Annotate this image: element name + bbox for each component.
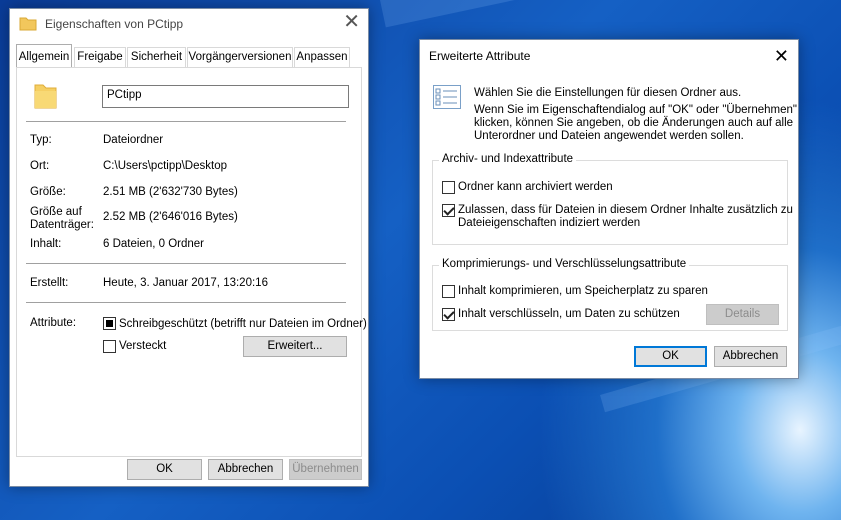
tab-panel — [16, 67, 362, 457]
details-button: Details — [706, 304, 779, 325]
intro-text-3: klicken, können Sie angeben, ob die Ände… — [474, 117, 794, 129]
tab-sicherheit[interactable]: Sicherheit — [127, 47, 186, 67]
divider — [26, 302, 346, 303]
close-icon[interactable]: ✕ — [774, 46, 789, 66]
label-erstellt: Erstellt: — [30, 277, 69, 289]
intro-text-2: Wenn Sie im Eigenschaftendialog auf "OK"… — [474, 104, 797, 116]
archive-index-group: Archiv- und Indexattribute — [432, 153, 788, 245]
attributes-list-icon — [433, 85, 461, 109]
hidden-checkbox[interactable] — [103, 340, 116, 353]
properties-window: Eigenschaften von PCtipp ✕ Allgemein Fre… — [9, 8, 369, 487]
readonly-checkbox[interactable] — [103, 317, 116, 330]
advanced-button[interactable]: Erweitert... — [243, 336, 347, 357]
divider — [26, 263, 346, 264]
value-groesse-datentraeger: 2.52 MB (2'646'016 Bytes) — [103, 211, 238, 223]
group-title: Komprimierungs- und Verschlüsselungsattr… — [439, 258, 690, 270]
apply-button: Übernehmen — [289, 459, 362, 480]
folder-name-input[interactable]: PCtipp — [102, 85, 349, 108]
value-groesse: 2.51 MB (2'632'730 Bytes) — [103, 186, 238, 198]
divider — [26, 121, 346, 122]
value-ort: C:\Users\pctipp\Desktop — [103, 160, 227, 172]
tab-vorgaengerversionen[interactable]: Vorgängerversionen — [187, 47, 293, 67]
advanced-titlebar[interactable]: Erweiterte Attribute ✕ — [420, 40, 798, 70]
intro-text-4: Unterordner und Dateien angewendet werde… — [474, 130, 744, 142]
folder-icon — [19, 17, 37, 31]
properties-titlebar[interactable]: Eigenschaften von PCtipp ✕ — [10, 9, 368, 39]
ok-button[interactable]: OK — [634, 346, 707, 367]
tab-allgemein[interactable]: Allgemein — [16, 44, 72, 68]
label-typ: Typ: — [30, 134, 52, 146]
close-icon[interactable]: ✕ — [343, 12, 360, 32]
cancel-button[interactable]: Abbrechen — [208, 459, 283, 480]
group-title: Archiv- und Indexattribute — [439, 153, 577, 165]
label-ort: Ort: — [30, 160, 50, 172]
intro-text-1: Wählen Sie die Einstellungen für diesen … — [474, 87, 742, 99]
label-groesse: Größe: — [30, 186, 66, 198]
compress-label: Inhalt komprimieren, um Speicherplatz zu… — [458, 285, 708, 297]
advanced-attributes-dialog: Erweiterte Attribute ✕ Wählen Sie die Ei… — [419, 39, 799, 379]
window-title: Eigenschaften von PCtipp — [45, 17, 184, 31]
readonly-label: Schreibgeschützt (betrifft nur Dateien i… — [119, 318, 367, 330]
archive-checkbox[interactable] — [442, 181, 455, 194]
label-groesse-datentraeger-2: Datenträger: — [30, 219, 94, 231]
index-label-2: Dateieigenschaften indiziert werden — [458, 217, 641, 229]
label-groesse-datentraeger-1: Größe auf — [30, 206, 82, 218]
dialog-title: Erweiterte Attribute — [429, 49, 531, 63]
encrypt-label: Inhalt verschlüsseln, um Daten zu schütz… — [458, 308, 680, 320]
value-inhalt: 6 Dateien, 0 Ordner — [103, 238, 205, 250]
index-checkbox[interactable] — [442, 204, 455, 217]
tab-freigabe[interactable]: Freigabe — [74, 47, 126, 67]
tab-anpassen[interactable]: Anpassen — [294, 47, 350, 67]
encrypt-checkbox[interactable] — [442, 308, 455, 321]
wallpaper-streak — [380, 0, 841, 28]
archive-label: Ordner kann archiviert werden — [458, 181, 613, 193]
cancel-button[interactable]: Abbrechen — [714, 346, 787, 367]
ok-button[interactable]: OK — [127, 459, 202, 480]
value-erstellt: Heute, 3. Januar 2017, 13:20:16 — [103, 277, 268, 289]
index-label-1: Zulassen, dass für Dateien in diesem Ord… — [458, 204, 793, 216]
label-attribute: Attribute: — [30, 317, 77, 329]
hidden-label: Versteckt — [119, 340, 167, 352]
value-typ: Dateiordner — [103, 134, 164, 146]
folder-large-icon — [34, 84, 57, 109]
label-inhalt: Inhalt: — [30, 238, 62, 250]
compress-checkbox[interactable] — [442, 285, 455, 298]
